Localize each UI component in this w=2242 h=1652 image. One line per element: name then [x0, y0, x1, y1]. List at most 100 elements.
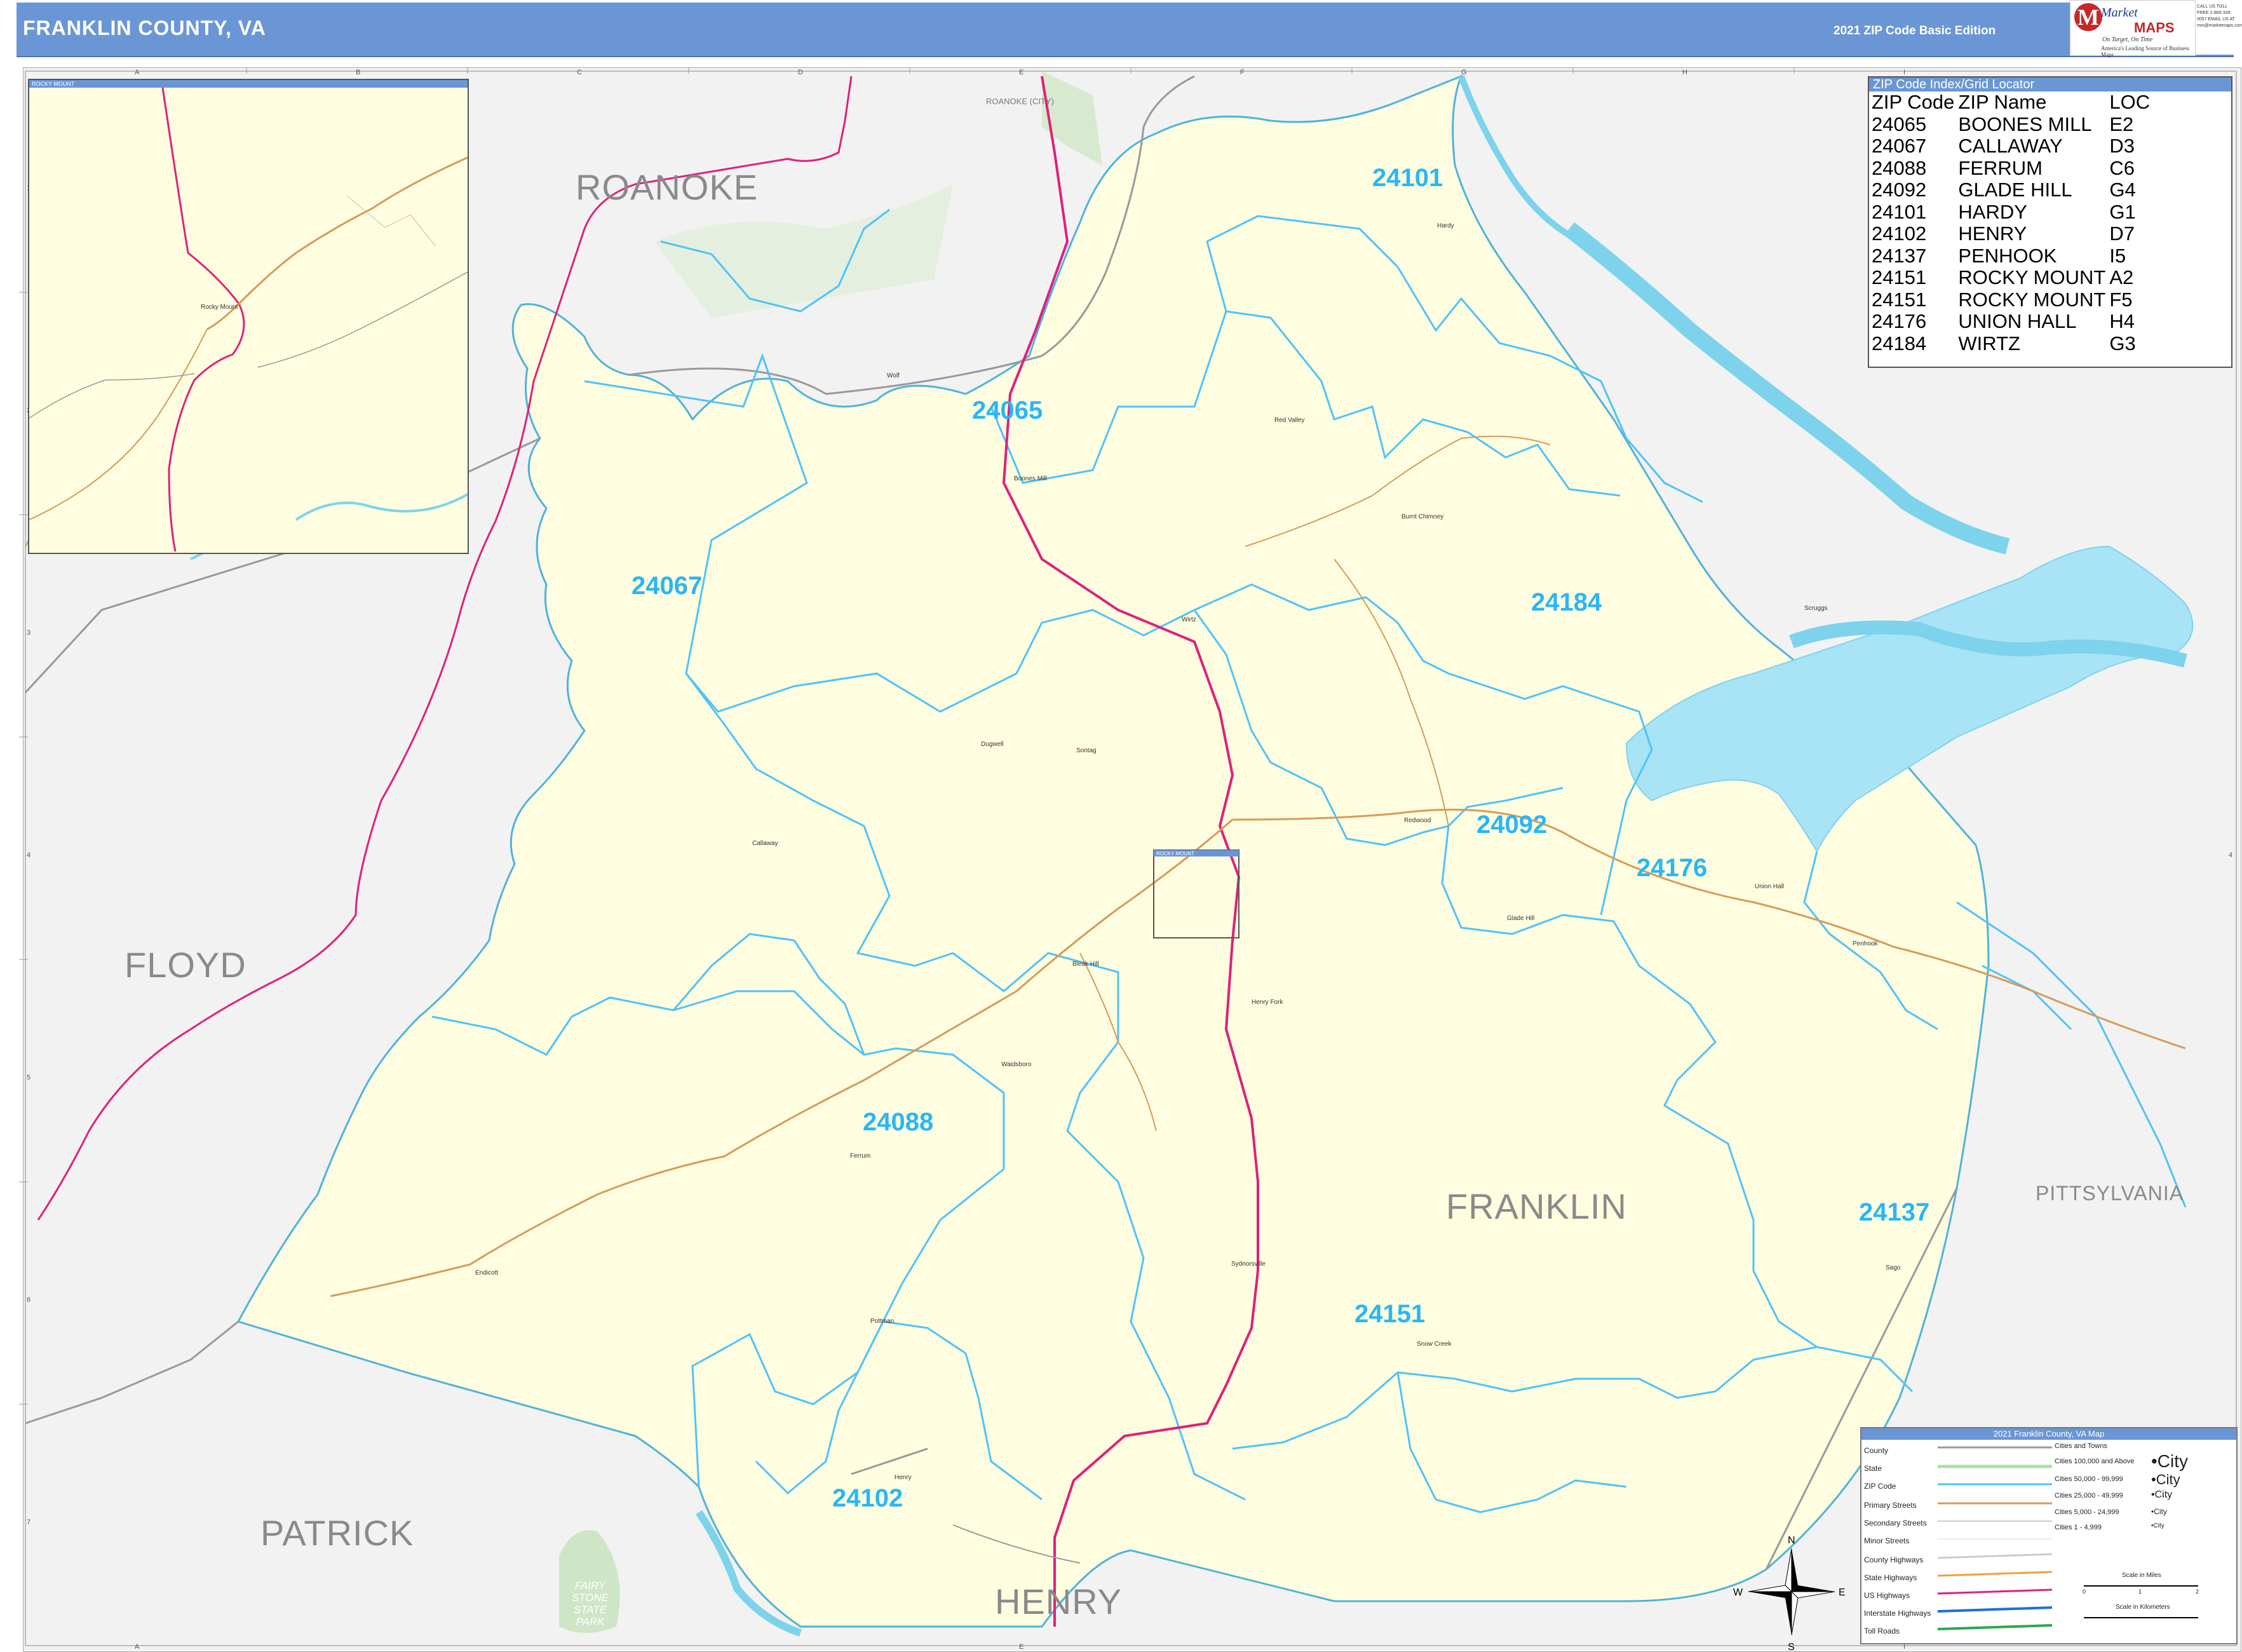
legend-state: State	[1864, 1464, 1882, 1473]
county-label-patrick: PATRICK	[260, 1513, 414, 1553]
zip-loc-cell: F5	[2109, 288, 2133, 311]
town-hardy: Hardy	[1437, 222, 1454, 229]
zip-cell: 24067	[1872, 135, 1927, 157]
zip-label-24151: 24151	[1354, 1300, 1426, 1328]
grid-col-a: A	[135, 69, 140, 76]
grid-row-6: 6	[27, 1296, 31, 1304]
grid-col-c: C	[577, 69, 582, 76]
grid-col-i: I	[1903, 69, 1906, 76]
zip-loc-cell: C6	[2109, 156, 2135, 179]
town-redwood: Redwood	[1404, 817, 1431, 824]
zip-name-cell: WIRTZ	[1958, 332, 2020, 355]
zip-cell: 24176	[1872, 310, 1927, 332]
table-row: 24102 HENRY D7	[1872, 222, 2154, 245]
legend-cities-header: Cities and Towns	[2055, 1442, 2107, 1450]
zip-cell: 24102	[1872, 222, 1927, 245]
zip-index-table: ZIP Code ZIP Name LOC 24065 BOONES MILL E2…	[1872, 91, 2154, 355]
zip-name-cell: HENRY	[1958, 222, 2027, 245]
zip-name-cell: GLADE HILL	[1958, 179, 2072, 201]
town-burnt-chimney: Burnt Chimney	[1401, 513, 1444, 520]
zip-name-cell: UNION HALL	[1958, 310, 2077, 332]
zip-name-cell: FERRUM	[1958, 156, 2043, 179]
legend-city-sample-2: •City	[2151, 1472, 2180, 1487]
map-legend: 2021 Franklin County, VA Map County Stat…	[1860, 1427, 2238, 1644]
zip-cell: 24065	[1872, 112, 1927, 135]
legend-county-hwy: County Highways	[1864, 1555, 1924, 1564]
zip-index-col-name: ZIP Name	[1958, 91, 2047, 113]
county-label-roanoke: ROANOKE	[576, 167, 759, 207]
grid-col-d: D	[798, 69, 803, 76]
table-row: 24088 FERRUM C6	[1872, 156, 2154, 180]
legend-secondary: Secondary Streets	[1864, 1519, 1927, 1527]
town-wolf: Wolf	[887, 372, 900, 379]
zip-label-24065: 24065	[972, 396, 1043, 424]
grid-row-4-right: 4	[2229, 851, 2233, 859]
grid-col-h: H	[1682, 69, 1687, 76]
grid-row-3: 3	[27, 629, 31, 637]
legend-state-hwy: State Highways	[1864, 1573, 1917, 1582]
zip-cell: 24151	[1872, 288, 1927, 311]
park-label-fairy-stone: FAIRY STONE STATE PARK	[571, 1580, 609, 1628]
town-callaway: Callaway	[752, 840, 778, 847]
franklin-county-shape	[236, 74, 1990, 1628]
town-wirtz: Wirtz	[1182, 616, 1196, 623]
town-bleak-hill: Bleak Hill	[1072, 961, 1099, 968]
grid-row-7: 7	[27, 1519, 31, 1526]
legend-city-sample-1: •City	[2151, 1451, 2189, 1471]
legend-city-sample-4: •City	[2151, 1507, 2167, 1516]
town-waidsboro: Waidsboro	[1001, 1061, 1032, 1068]
zip-index-col-zip: ZIP Code	[1872, 91, 1955, 113]
roanoke-river-north	[1458, 75, 1571, 238]
rocky-mount-locator-label: ROCKY MOUNT	[1156, 851, 1194, 856]
grid-row-4: 4	[27, 851, 31, 859]
zip-loc-cell: D3	[2109, 135, 2135, 157]
zip-label-24101: 24101	[1372, 164, 1443, 192]
zip-label-24184: 24184	[1531, 588, 1602, 616]
zip-name-cell: HARDY	[1958, 200, 2027, 223]
inset-title: ROCKY MOUNT	[29, 80, 468, 88]
legend-county: County	[1864, 1446, 1889, 1455]
grid-col-e-bottom: E	[1019, 1643, 1024, 1651]
roanoke-city-label: ROANOKE (CITY)	[986, 97, 1054, 106]
zip-cell: 24151	[1872, 266, 1927, 288]
town-union-hall: Union Hall	[1755, 883, 1785, 890]
table-row: 24151 ROCKY MOUNT A2	[1872, 266, 2154, 289]
zip-name-cell: ROCKY MOUNT	[1958, 288, 2106, 311]
legend-toll: Toll Roads	[1864, 1627, 1900, 1635]
rocky-mount-inset[interactable]: ROCKY MOUNT Rocky Mount	[28, 79, 469, 554]
table-row: 24101 HARDY G1	[1872, 201, 2154, 224]
compass-w: W	[1733, 1587, 1743, 1598]
zip-cell: 24088	[1872, 156, 1927, 179]
table-row: 24065 BOONES MILL E2	[1872, 112, 2154, 136]
county-label-henry: HENRY	[995, 1581, 1123, 1622]
zip-loc-cell: G3	[2109, 332, 2136, 355]
town-henry-fork: Henry Fork	[1252, 999, 1283, 1006]
town-glade-hill: Glade Hill	[1507, 915, 1535, 922]
zip-label-24088: 24088	[863, 1108, 934, 1136]
compass-e: E	[1839, 1587, 1846, 1598]
legend-scale-miles: Scale in Miles	[2122, 1572, 2161, 1579]
table-row: 24184 WIRTZ G3	[1872, 332, 2154, 355]
town-sago: Sago	[1886, 1264, 1901, 1271]
zip-name-cell: PENHOOK	[1958, 244, 2057, 267]
county-label-pittsylvania: PITTSYLVANIA	[2036, 1182, 2184, 1205]
grid-col-e: E	[1019, 69, 1024, 76]
zip-loc-cell: D7	[2109, 222, 2135, 245]
legend-zip: ZIP Code	[1864, 1482, 1896, 1491]
compass-s: S	[1788, 1642, 1795, 1652]
table-row: 24151 ROCKY MOUNT F5	[1872, 288, 2154, 311]
town-boones-mill: Boones Mill	[1014, 475, 1047, 482]
zip-cell: 24101	[1872, 200, 1927, 223]
legend-class-3: Cities 25,000 - 49,999	[2055, 1492, 2123, 1500]
zip-cell: 24184	[1872, 332, 1927, 355]
legend-class-1: Cities 100,000 and Above	[2055, 1458, 2135, 1465]
legend-scale-tick-0: 0	[2083, 1588, 2086, 1595]
legend-minor: Minor Streets	[1864, 1536, 1910, 1545]
grid-row-5: 5	[27, 1074, 31, 1081]
zip-index-panel: ZIP Code Index/Grid Locator ZIP Code ZIP…	[1868, 76, 2232, 368]
grid-col-a-bottom: A	[135, 1643, 140, 1651]
zip-name-cell: BOONES MILL	[1958, 112, 2092, 135]
legend-title: 2021 Franklin County, VA Map	[1861, 1428, 2236, 1440]
inset-map	[29, 87, 468, 552]
roanoke-park-area	[1042, 71, 1102, 165]
